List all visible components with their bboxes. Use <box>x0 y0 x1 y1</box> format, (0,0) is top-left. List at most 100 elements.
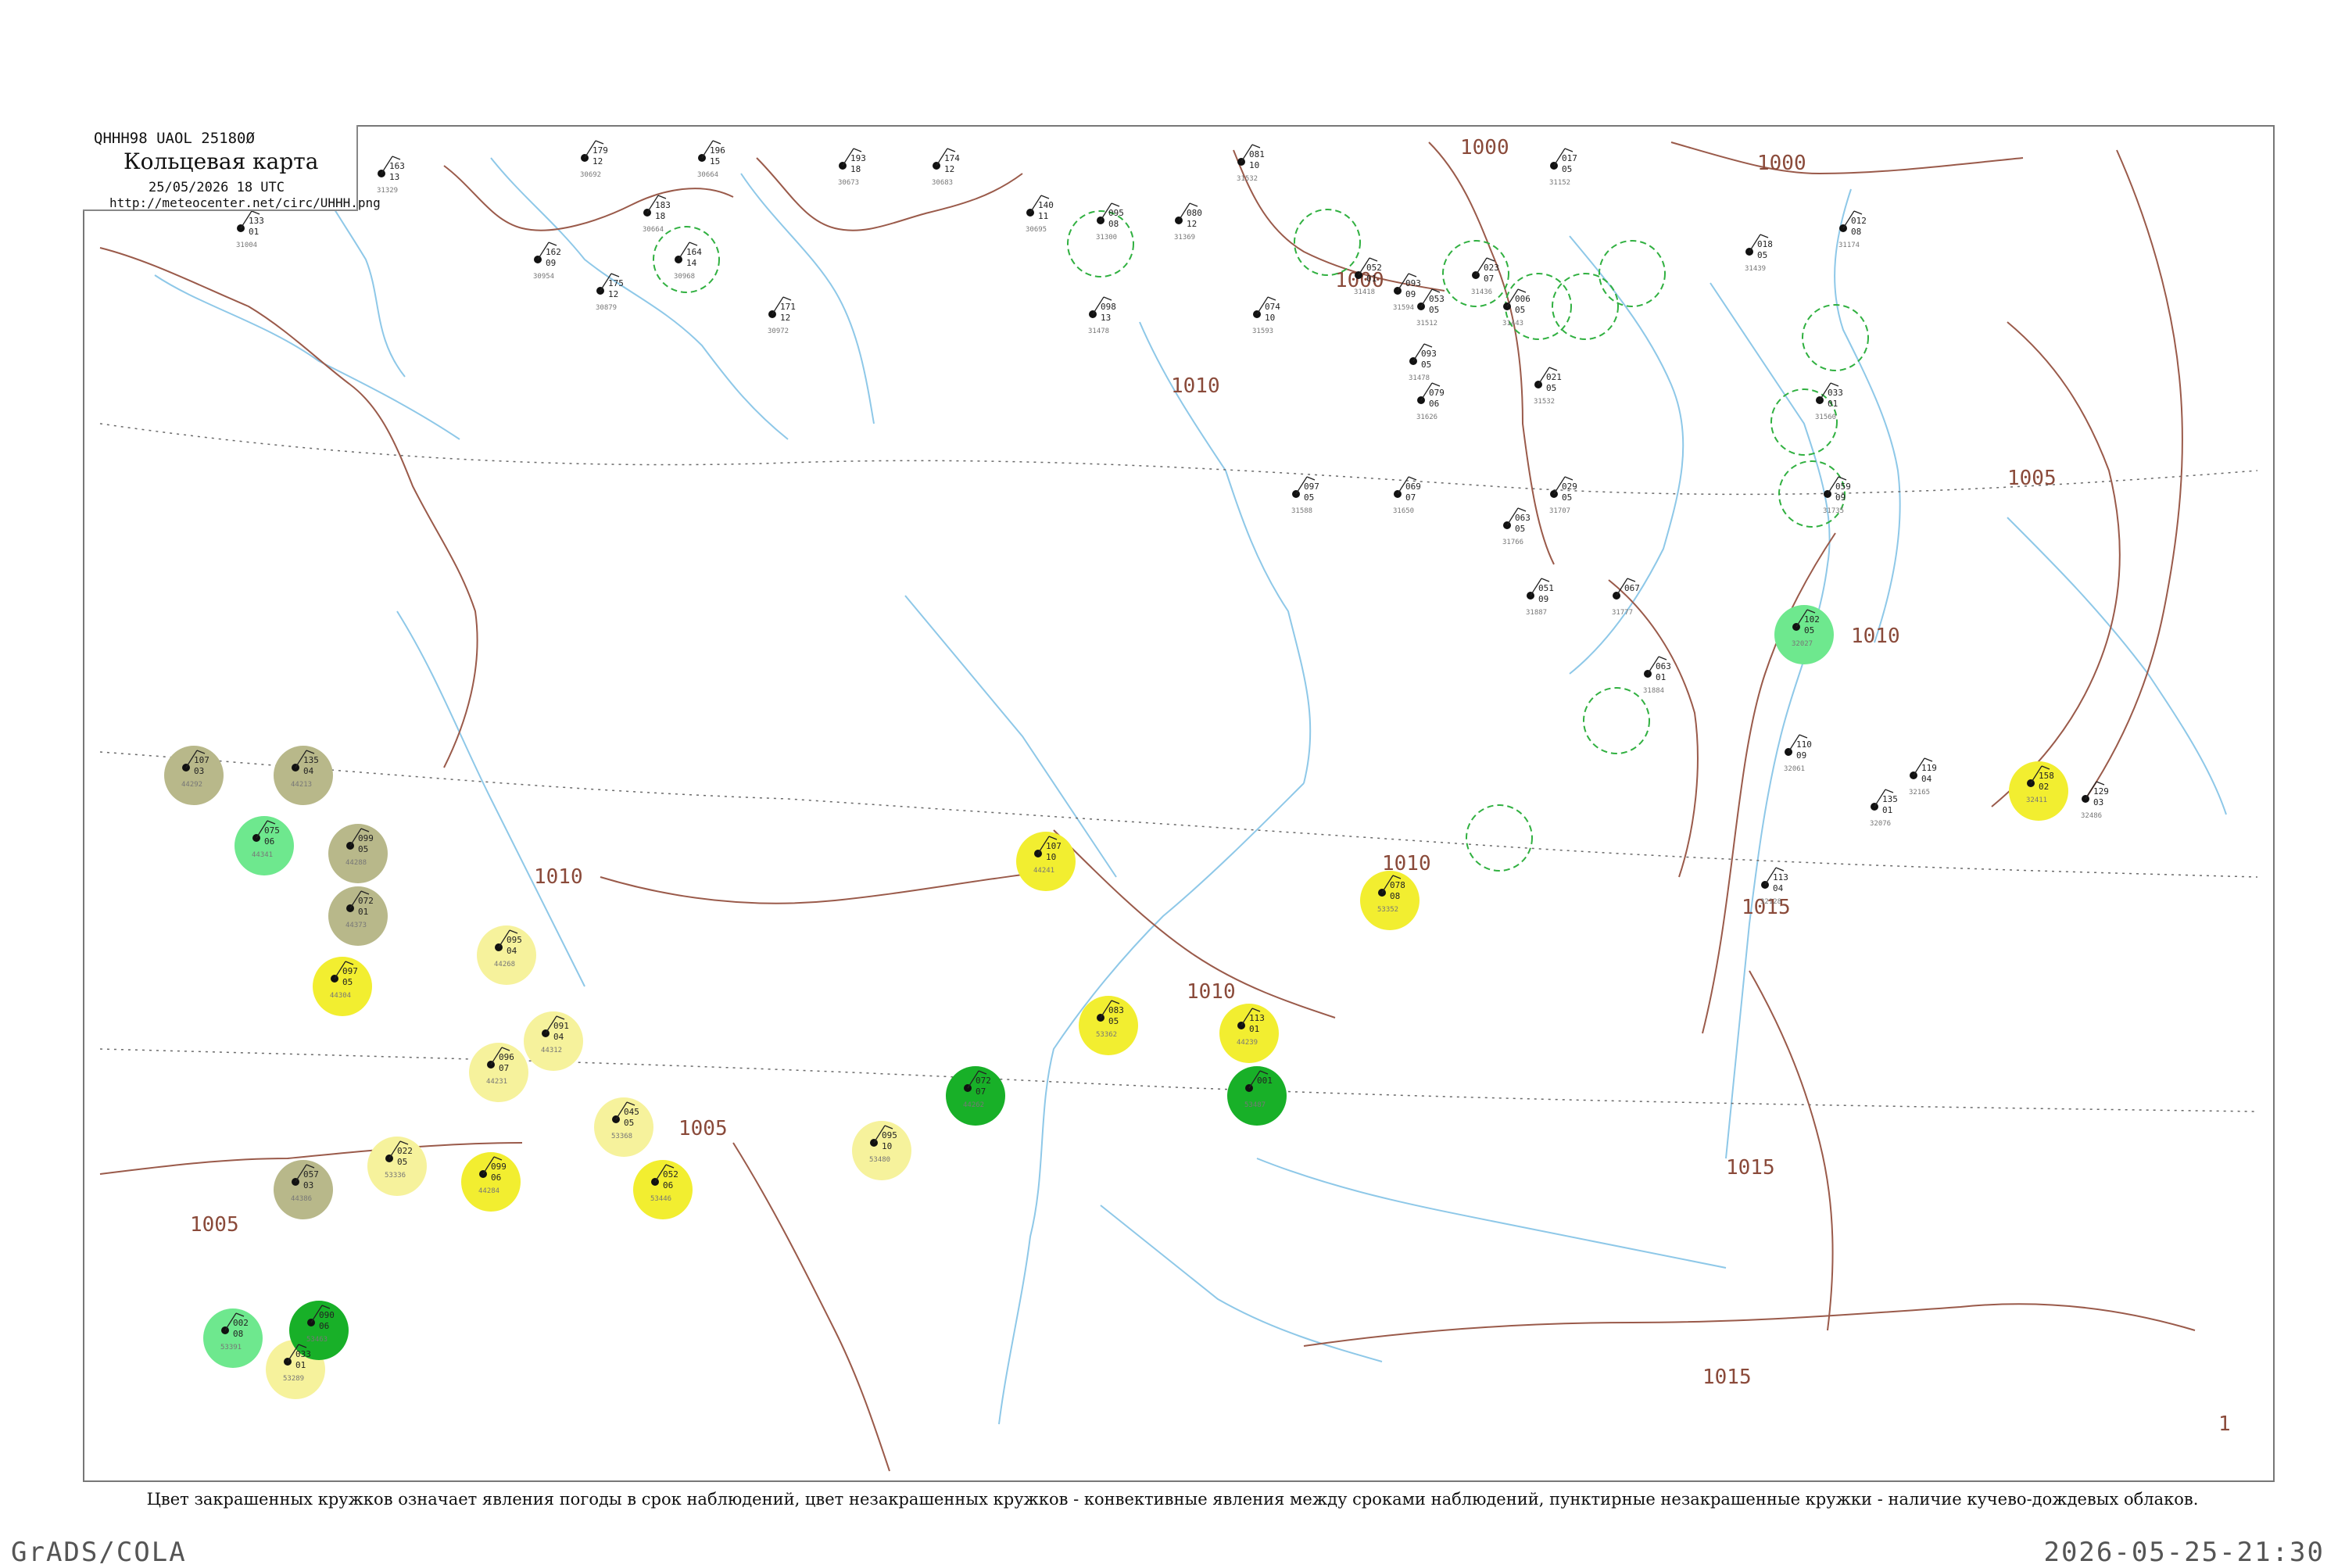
station-index: 31626 <box>1416 413 1437 421</box>
station-pressure: 075 <box>264 825 280 836</box>
station-index: 31004 <box>236 242 257 249</box>
station-tendency: 01 <box>1249 1024 1259 1034</box>
station-index: 31436 <box>1471 288 1492 296</box>
station-pressure: 079 <box>1429 388 1445 398</box>
station-tendency: 05 <box>358 844 368 854</box>
map-canvas: 1000 1000 1000 1005 1005 1005 1010 1010 … <box>99 136 2258 1472</box>
station-index: 53368 <box>611 1133 632 1140</box>
station-index: 44241 <box>1033 867 1054 875</box>
station-index: 31478 <box>1409 374 1430 382</box>
map-caption: Цвет закрашенных кружков означает явлени… <box>146 1490 2199 1509</box>
station-index: 44304 <box>330 992 351 1000</box>
station-index: 31560 <box>1815 413 1836 421</box>
station-pressure: 081 <box>1249 149 1265 159</box>
station-index: 32486 <box>2081 812 2102 820</box>
station-tendency: 06 <box>663 1180 673 1190</box>
wind-barb-feather <box>689 242 698 246</box>
station-tendency: 08 <box>233 1329 243 1339</box>
station-tendency: 12 <box>780 313 790 323</box>
station-index: 44268 <box>494 961 515 968</box>
station-pressure: 107 <box>194 755 209 765</box>
station-index: 31369 <box>1174 234 1195 242</box>
station-index: 31532 <box>1237 175 1258 183</box>
station-pressure: 059 <box>1835 481 1851 492</box>
station-pressure: 179 <box>593 145 608 156</box>
station-pressure: 067 <box>1624 583 1640 593</box>
station-pressure: 129 <box>2093 786 2109 797</box>
station-tendency: 04 <box>1921 774 1932 784</box>
station-pressure: 021 <box>1546 372 1562 382</box>
station-plot: 02105 31532 <box>1534 367 1562 406</box>
isobar-label: 1010 <box>1171 374 1220 398</box>
station-pressure: 033 <box>1828 388 1843 398</box>
station-index: 31887 <box>1526 609 1547 617</box>
station-pressure: 102 <box>1804 614 1820 625</box>
wind-barb-feather <box>1564 148 1573 152</box>
station-plot: 09309 31594 <box>1393 273 1421 312</box>
station-pressure: 045 <box>624 1107 639 1117</box>
station-tendency: 12 <box>1187 219 1197 229</box>
station-tendency: 13 <box>389 172 399 182</box>
wind-barb-feather <box>1775 867 1785 872</box>
station-pressure: 133 <box>249 216 264 226</box>
wind-barb-feather <box>1658 656 1667 660</box>
station-plot: 06301 31884 <box>1643 656 1671 695</box>
station-pressure: 196 <box>710 145 725 156</box>
station-tendency: 05 <box>1429 305 1439 315</box>
station-plot: 08110 31532 <box>1237 144 1265 183</box>
station-plot: 14011 30695 <box>1026 195 1054 234</box>
station-index: 53480 <box>869 1156 890 1164</box>
isobar-labels: 1000 1000 1000 1005 1005 1005 1010 1010 … <box>190 136 2231 1436</box>
station-tendency: 09 <box>1796 750 1806 761</box>
isobar-label: 1005 <box>190 1213 239 1237</box>
station-pressure: 023 <box>1484 263 1499 273</box>
station-pressure: 074 <box>1265 302 1280 312</box>
station-index: 31478 <box>1088 328 1109 335</box>
isobar-label: 1 <box>2218 1412 2231 1436</box>
wind-barb-feather <box>1799 734 1808 739</box>
wind-barb-feather <box>1111 202 1120 207</box>
station-pressure: 163 <box>389 161 405 171</box>
station-tendency: 05 <box>1421 360 1431 370</box>
station-index: 44231 <box>486 1078 507 1086</box>
station-plot: 18318 30664 <box>643 195 671 234</box>
station-tendency: 05 <box>1108 1016 1119 1026</box>
station-plot: 17912 30692 <box>580 140 608 179</box>
isobar-label: 1010 <box>534 865 583 889</box>
station-pressure: 029 <box>1562 481 1577 492</box>
wind-barb-feather <box>1853 210 1863 215</box>
station-pressure: 001 <box>1257 1076 1273 1086</box>
station-tendency: 03 <box>2093 797 2103 807</box>
station-index: 30683 <box>932 179 953 187</box>
station-pressure: 113 <box>1773 872 1788 882</box>
isobar-label: 1015 <box>1702 1366 1752 1389</box>
station-index: 44386 <box>291 1195 312 1203</box>
cb-dashed-circle <box>1599 240 1666 307</box>
station-pressure: 057 <box>303 1169 319 1180</box>
station-index: 32027 <box>1792 640 1813 648</box>
station-index: 31152 <box>1549 179 1570 187</box>
station-pressure: 072 <box>358 896 374 906</box>
station-tendency: 09 <box>546 258 556 268</box>
station-plot: 08012 31369 <box>1174 202 1202 242</box>
station-tendency: 07 <box>1484 274 1494 284</box>
station-pressure: 140 <box>1038 200 1054 210</box>
station-tendency: 08 <box>1851 227 1861 237</box>
isobar-label: 1000 <box>1460 136 1509 159</box>
wind-barb-feather <box>2096 781 2105 786</box>
station-index: 31174 <box>1838 242 1860 249</box>
station-tendency: 01 <box>358 907 368 917</box>
rivers <box>154 149 2227 1425</box>
station-tendency: 07 <box>499 1063 509 1073</box>
station-tendency: 09 <box>1405 289 1416 299</box>
wind-barb-feather <box>1838 476 1847 481</box>
wind-barb-feather <box>1486 257 1495 262</box>
station-plot: 12903 32486 <box>2081 781 2109 820</box>
station-tendency: 04 <box>1773 883 1784 893</box>
station-tendency: 15 <box>710 156 720 166</box>
wind-barb-feather <box>1885 789 1894 793</box>
station-pressure: 091 <box>553 1021 569 1031</box>
station-pressure: 018 <box>1757 239 1773 249</box>
station-tendency: 06 <box>319 1321 329 1331</box>
station-pressure: 072 <box>976 1076 991 1086</box>
